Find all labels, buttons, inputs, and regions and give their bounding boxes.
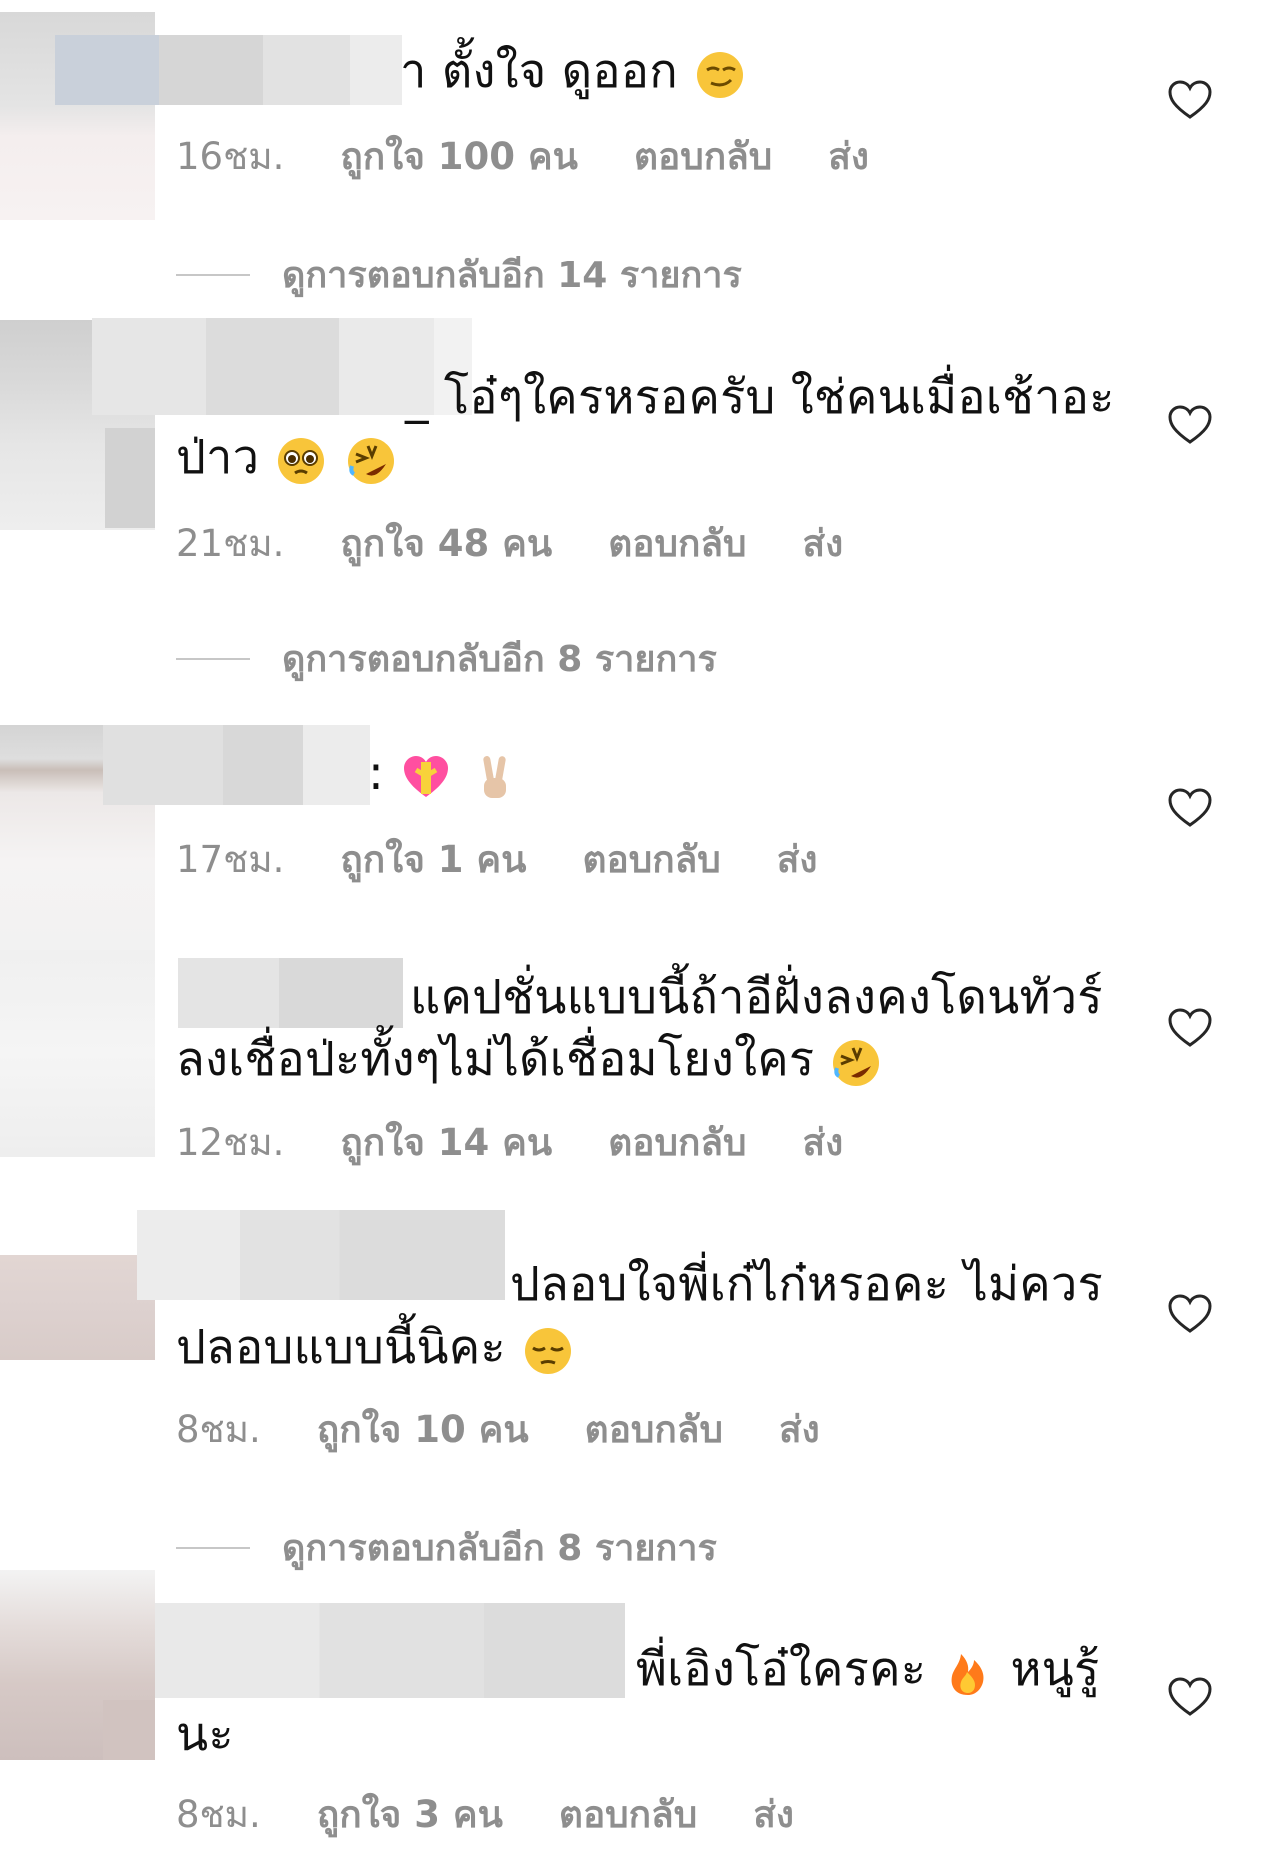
comment-time: 8ชม.	[176, 1408, 261, 1451]
username-blur	[103, 725, 370, 805]
comment-meta: 8ชม. ถูกใจ 3 คน ตอบกลับ ส่ง	[176, 1785, 794, 1844]
comment-text: พี่เอิงโอ๋ใครคะ หนูรู้	[636, 1642, 1100, 1697]
comment-time: 12ชม.	[176, 1121, 285, 1164]
send-button[interactable]: ส่ง	[828, 127, 869, 186]
pensive-face-icon	[524, 1327, 571, 1374]
like-count[interactable]: ถูกใจ 14 คน	[340, 1113, 552, 1172]
like-count[interactable]: ถูกใจ 48 คน	[340, 514, 552, 573]
comment-meta: 8ชม. ถูกใจ 10 คน ตอบกลับ ส่ง	[176, 1400, 820, 1459]
comment-meta: 12ชม. ถูกใจ 14 คน ตอบกลับ ส่ง	[176, 1113, 843, 1172]
view-replies-button[interactable]: ดูการตอบกลับอีก 8 รายการ	[176, 1519, 717, 1576]
comment-text: _ โอ๋ๆใครหรอครับ ใช่คนเมื่อเช้าอะ	[405, 370, 1115, 425]
replies-rule	[176, 273, 250, 276]
view-replies-label: ดูการตอบกลับอีก 14 รายการ	[282, 255, 742, 296]
comment-time: 21ชม.	[176, 522, 285, 565]
comment-time: 16ชม.	[176, 135, 285, 178]
reply-button[interactable]: ตอบกลับ	[559, 1785, 697, 1844]
view-replies-button[interactable]: ดูการตอบกลับอีก 8 รายการ	[176, 630, 717, 687]
rolling-laughing-face-icon	[347, 437, 394, 484]
reply-button[interactable]: ตอบกลับ	[608, 514, 746, 573]
comment-meta: 17ชม. ถูกใจ 1 คน ตอบกลับ ส่ง	[176, 830, 817, 889]
send-button[interactable]: ส่ง	[777, 830, 818, 889]
like-count[interactable]: ถูกใจ 100 คน	[340, 127, 578, 186]
send-button[interactable]: ส่ง	[753, 1785, 794, 1844]
heart-outline-icon[interactable]	[1168, 405, 1212, 445]
send-button[interactable]: ส่ง	[803, 514, 844, 573]
comment-text: า ตั้งใจ ดูออก	[400, 42, 747, 102]
comment-meta: 16ชม. ถูกใจ 100 คน ตอบกลับ ส่ง	[176, 127, 869, 186]
comment-time: 17ชม.	[176, 838, 285, 881]
heart-outline-icon[interactable]	[1168, 1677, 1212, 1717]
send-button[interactable]: ส่ง	[803, 1113, 844, 1172]
reply-button[interactable]: ตอบกลับ	[585, 1400, 723, 1459]
reply-button[interactable]: ตอบกลับ	[608, 1113, 746, 1172]
view-replies-button[interactable]: ดูการตอบกลับอีก 14 รายการ	[176, 246, 742, 303]
heart-outline-icon[interactable]	[1168, 80, 1212, 120]
view-replies-label: ดูการตอบกลับอีก 8 รายการ	[282, 639, 717, 680]
heart-outline-icon[interactable]	[1168, 788, 1212, 828]
comment-text: นะ	[176, 1707, 234, 1762]
rolling-laughing-face-icon	[833, 1039, 880, 1086]
comment-text: :	[368, 744, 522, 804]
victory-hand-icon	[483, 755, 507, 798]
comment-text: ป่าว	[176, 428, 398, 488]
avatar-blur	[0, 1255, 155, 1360]
reply-button[interactable]: ตอบกลับ	[582, 830, 720, 889]
replies-rule	[176, 1546, 250, 1549]
comment-time: 8ชม.	[176, 1793, 261, 1836]
avatar-blur-block	[105, 428, 155, 528]
username-blur	[55, 35, 402, 105]
comment-text: ปลอบแบบนี้นิคะ	[176, 1318, 575, 1378]
username-blur	[137, 1210, 505, 1300]
avatar-blur	[0, 950, 155, 1157]
fire-icon	[951, 1653, 984, 1695]
replies-rule	[176, 657, 250, 660]
view-replies-label: ดูการตอบกลับอีก 8 รายการ	[282, 1528, 717, 1569]
heart-outline-icon[interactable]	[1168, 1008, 1212, 1048]
like-count[interactable]: ถูกใจ 10 คน	[317, 1400, 529, 1459]
avatar-blur-block	[103, 1700, 155, 1760]
comment-meta: 21ชม. ถูกใจ 48 คน ตอบกลับ ส่ง	[176, 514, 843, 573]
username-blur	[155, 1603, 625, 1698]
reply-button[interactable]: ตอบกลับ	[634, 127, 772, 186]
like-count[interactable]: ถูกใจ 1 คน	[340, 830, 526, 889]
username-blur	[178, 958, 403, 1028]
comment-text: ลงเชื่อป่ะทั้งๆไม่ได้เชื่อมโยงใคร	[176, 1030, 883, 1090]
comment-text: แคปชั่นแบบนี้ถ้าอีฝั่งลงคงโดนทัวร์	[410, 970, 1103, 1025]
send-button[interactable]: ส่ง	[779, 1400, 820, 1459]
comment-text: ปลอบใจพี่เก๋ไก๋หรอคะ ไม่ควร	[510, 1257, 1103, 1312]
smirk-face-icon	[697, 51, 744, 98]
heart-outline-icon[interactable]	[1168, 1294, 1212, 1334]
pleading-face-icon	[278, 437, 325, 484]
like-count[interactable]: ถูกใจ 3 คน	[317, 1785, 503, 1844]
heart-with-ribbon-icon	[404, 755, 449, 797]
